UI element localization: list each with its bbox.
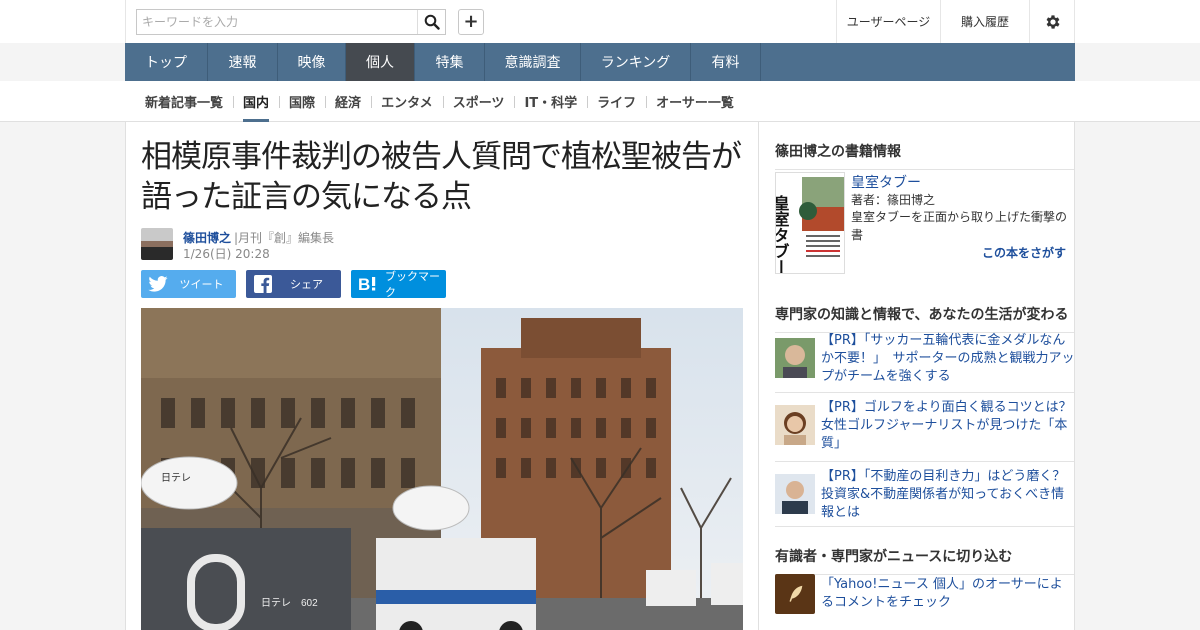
author-role: |月刊『創』編集長 — [234, 231, 335, 245]
pr-thumb-avatar — [775, 338, 815, 378]
truck-label: 日テレ — [261, 598, 291, 609]
purchase-history-link[interactable]: 購入履歴 — [940, 0, 1029, 43]
sidebar: 篠田博之の書籍情報 皇室タブー 皇室タブー 著者：篠田博之 皇室タブーを正面から… — [759, 122, 1075, 630]
nav-item-top[interactable]: トップ — [125, 43, 208, 81]
comment-promo-link[interactable]: 「Yahoo!ニュース 個人」のオーサーによるコメントをチェック — [821, 576, 1074, 612]
comment-thumb[interactable] — [775, 574, 815, 614]
nav-item-video[interactable]: 映像 — [278, 43, 346, 81]
author-avatar[interactable] — [141, 228, 173, 260]
search-icon — [424, 14, 440, 30]
facebook-share-button[interactable]: シェア — [246, 270, 341, 298]
user-page-link[interactable]: ユーザーページ — [836, 0, 940, 43]
nav-item-breaking[interactable]: 速報 — [208, 43, 278, 81]
quill-icon — [789, 585, 803, 602]
subnav-item-international[interactable]: 国際 — [279, 81, 325, 122]
top-utility-bar: + ユーザーページ 購入履歴 — [0, 0, 1200, 43]
top-utility-inner: + ユーザーページ 購入履歴 — [125, 0, 1075, 43]
book-description: 皇室タブーを正面から取り上げた衝撃の書 — [851, 210, 1068, 242]
subnav-item-economy[interactable]: 経済 — [325, 81, 371, 122]
tweet-button[interactable]: ツイート — [141, 270, 236, 298]
book-author: 著者：篠田博之 — [851, 193, 936, 207]
article-main: 相模原事件裁判の被告人質問で植松聖被告が語った証言の気になる点 篠田博之 |月刊… — [125, 122, 759, 630]
book-title-link[interactable]: 皇室タブー — [851, 172, 921, 192]
subnav-item-entertainment[interactable]: エンタメ — [371, 81, 443, 122]
book-cover-title: 皇室タブー — [776, 194, 790, 274]
search-button[interactable] — [417, 10, 445, 34]
facebook-icon — [254, 275, 272, 293]
subnav-item-life[interactable]: ライフ — [587, 81, 646, 122]
nav-item-paid[interactable]: 有料 — [691, 43, 761, 81]
gear-icon — [1046, 14, 1060, 29]
subnav-item-latest[interactable]: 新着記事一覧 — [135, 81, 233, 122]
nav-item-survey[interactable]: 意識調査 — [485, 43, 581, 81]
pr-item[interactable]: 【PR】「不動産の目利き力」はどう磨く？ 投資家&不動産関係者が知っておくべき情… — [775, 462, 1074, 527]
truck-number: 602 — [301, 598, 318, 609]
van-logo-left: 日テレ — [161, 473, 191, 484]
pr-item-text[interactable]: 【PR】「サッカー五輪代表に金メダルなんか不要！」 サポーターの成熟と観戦力アッ… — [821, 332, 1074, 386]
publish-date: 1/26(日) 20:28 — [183, 247, 270, 261]
subnav-item-domestic[interactable]: 国内 — [233, 81, 279, 122]
category-subnav: 新着記事一覧 国内 国際 経済 エンタメ スポーツ IT・科学 ライフ オーサー… — [135, 81, 744, 122]
pr-item-text[interactable]: 【PR】「不動産の目利き力」はどう磨く？ 投資家&不動産関係者が知っておくべき情… — [821, 468, 1074, 522]
add-button[interactable]: + — [458, 9, 484, 35]
svg-text:B: B — [358, 275, 370, 293]
nav-item-ranking[interactable]: ランキング — [581, 43, 691, 81]
search-input[interactable] — [137, 10, 419, 34]
article-hero-image: 日テレ 日テレ 602 — [141, 308, 743, 630]
comment-section-heading: 有識者・専門家がニュースに切り込む — [775, 546, 1074, 575]
nav-item-features[interactable]: 特集 — [415, 43, 485, 81]
tweet-label: ツイート — [179, 278, 224, 291]
main-nav: トップ 速報 映像 個人 特集 意識調査 ランキング 有料 — [125, 43, 1075, 81]
book-section-heading: 篠田博之の書籍情報 — [775, 141, 1074, 170]
twitter-bird-icon — [148, 276, 168, 292]
nav-item-individual[interactable]: 個人 — [346, 43, 415, 81]
subnav-item-it-science[interactable]: IT・科学 — [514, 81, 587, 122]
pr-thumb-avatar — [775, 474, 815, 514]
book-cover[interactable]: 皇室タブー — [775, 172, 845, 274]
hatena-b-icon: B — [358, 275, 376, 293]
author-name-link[interactable]: 篠田博之 — [183, 229, 231, 246]
hatena-bookmark-label: ブックマーク — [385, 270, 440, 299]
pr-item[interactable]: 【PR】ゴルフをより面白く観るコツとは？ 女性ゴルフジャーナリストが見つけた「本… — [775, 393, 1074, 462]
subnav-item-sports[interactable]: スポーツ — [442, 81, 515, 122]
pr-item-text[interactable]: 【PR】ゴルフをより面白く観るコツとは？ 女性ゴルフジャーナリストが見つけた「本… — [821, 399, 1074, 453]
facebook-share-label: シェア — [290, 278, 323, 291]
settings-button[interactable] — [1029, 0, 1075, 43]
hatena-bookmark-button[interactable]: B ブックマーク — [351, 270, 446, 299]
subnav-item-authors[interactable]: オーサー一覧 — [646, 81, 744, 122]
search-box — [136, 9, 446, 35]
pr-thumb-avatar — [775, 405, 815, 445]
find-book-link[interactable]: この本をさがす — [982, 244, 1066, 261]
pr-item[interactable]: 【PR】「サッカー五輪代表に金メダルなんか不要！」 サポーターの成熟と観戦力アッ… — [775, 326, 1074, 393]
article-title: 相模原事件裁判の被告人質問で植松聖被告が語った証言の気になる点 — [141, 139, 742, 216]
